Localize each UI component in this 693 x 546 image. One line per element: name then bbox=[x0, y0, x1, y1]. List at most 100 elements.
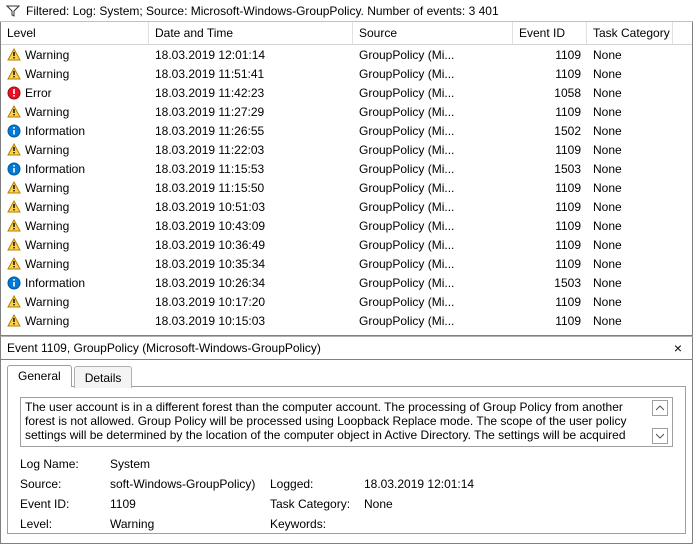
cell-task-category: None bbox=[587, 295, 673, 309]
cell-event-id: 1109 bbox=[513, 67, 587, 81]
cell-source: GroupPolicy (Mi... bbox=[353, 181, 513, 195]
level-text: Warning bbox=[25, 314, 69, 328]
cell-date: 18.03.2019 10:36:49 bbox=[149, 238, 353, 252]
filter-text: Filtered: Log: System; Source: Microsoft… bbox=[26, 4, 499, 18]
table-row[interactable]: Warning18.03.2019 10:35:34GroupPolicy (M… bbox=[1, 254, 692, 273]
table-row[interactable]: Warning18.03.2019 10:15:03GroupPolicy (M… bbox=[1, 311, 692, 330]
cell-date: 18.03.2019 11:51:41 bbox=[149, 67, 353, 81]
val-level: Warning bbox=[110, 517, 270, 531]
cell-event-id: 1109 bbox=[513, 314, 587, 328]
close-icon[interactable]: × bbox=[670, 341, 686, 355]
level-text: Warning bbox=[25, 143, 69, 157]
cell-date: 18.03.2019 11:27:29 bbox=[149, 105, 353, 119]
cell-source: GroupPolicy (Mi... bbox=[353, 219, 513, 233]
tab-general[interactable]: General bbox=[7, 365, 72, 387]
level-text: Information bbox=[25, 276, 85, 290]
table-row[interactable]: Error18.03.2019 11:42:23GroupPolicy (Mi.… bbox=[1, 83, 692, 102]
table-row[interactable]: Warning18.03.2019 11:27:29GroupPolicy (M… bbox=[1, 102, 692, 121]
level-text: Information bbox=[25, 124, 85, 138]
tab-details[interactable]: Details bbox=[74, 366, 133, 388]
table-row[interactable]: Warning18.03.2019 12:01:14GroupPolicy (M… bbox=[1, 45, 692, 64]
lbl-source: Source: bbox=[20, 477, 110, 491]
level-text: Error bbox=[25, 86, 52, 100]
cell-level: Warning bbox=[1, 48, 149, 62]
level-text: Warning bbox=[25, 257, 69, 271]
lbl-keywords: Keywords: bbox=[270, 517, 364, 531]
cell-level: Information bbox=[1, 124, 149, 138]
scroll-up-button[interactable] bbox=[652, 400, 668, 416]
cell-event-id: 1058 bbox=[513, 86, 587, 100]
level-text: Warning bbox=[25, 200, 69, 214]
cell-date: 18.03.2019 10:51:03 bbox=[149, 200, 353, 214]
val-logged: 18.03.2019 12:01:14 bbox=[364, 477, 673, 491]
warning-icon bbox=[7, 48, 21, 62]
table-row[interactable]: Information18.03.2019 10:26:34GroupPolic… bbox=[1, 273, 692, 292]
cell-date: 18.03.2019 11:15:50 bbox=[149, 181, 353, 195]
cell-level: Information bbox=[1, 276, 149, 290]
col-header-level[interactable]: Level bbox=[1, 22, 149, 44]
scroll-down-button[interactable] bbox=[652, 428, 668, 444]
description-scroll bbox=[652, 400, 668, 444]
cell-task-category: None bbox=[587, 181, 673, 195]
table-row[interactable]: Warning18.03.2019 10:51:03GroupPolicy (M… bbox=[1, 197, 692, 216]
lbl-task-category: Task Category: bbox=[270, 497, 364, 511]
info-icon bbox=[7, 162, 21, 176]
cell-level: Information bbox=[1, 162, 149, 176]
table-header: Level Date and Time Source Event ID Task… bbox=[1, 22, 692, 45]
cell-event-id: 1109 bbox=[513, 238, 587, 252]
warning-icon bbox=[7, 314, 21, 328]
cell-event-id: 1502 bbox=[513, 124, 587, 138]
cell-date: 18.03.2019 11:22:03 bbox=[149, 143, 353, 157]
col-header-event-id[interactable]: Event ID bbox=[513, 22, 587, 44]
info-icon bbox=[7, 124, 21, 138]
warning-icon bbox=[7, 67, 21, 81]
cell-source: GroupPolicy (Mi... bbox=[353, 143, 513, 157]
cell-task-category: None bbox=[587, 238, 673, 252]
filter-bar: Filtered: Log: System; Source: Microsoft… bbox=[0, 0, 693, 22]
level-text: Warning bbox=[25, 295, 69, 309]
cell-date: 18.03.2019 11:26:55 bbox=[149, 124, 353, 138]
col-header-source[interactable]: Source bbox=[353, 22, 513, 44]
col-header-task-category[interactable]: Task Category bbox=[587, 22, 673, 44]
cell-event-id: 1109 bbox=[513, 143, 587, 157]
lbl-logged: Logged: bbox=[270, 477, 364, 491]
warning-icon bbox=[7, 238, 21, 252]
cell-level: Warning bbox=[1, 200, 149, 214]
table-row[interactable]: Warning 18.03.2019 11:15:50GroupPolicy (M… bbox=[1, 178, 692, 197]
cell-source: GroupPolicy (Mi... bbox=[353, 238, 513, 252]
cell-source: GroupPolicy (Mi... bbox=[353, 276, 513, 290]
table-body[interactable]: Warning18.03.2019 12:01:14GroupPolicy (M… bbox=[1, 45, 692, 335]
table-row[interactable]: Warning 18.03.2019 11:22:03GroupPolicy (M… bbox=[1, 140, 692, 159]
warning-icon bbox=[7, 219, 21, 233]
level-text: Warning bbox=[25, 105, 69, 119]
description-box: The user account is in a different fores… bbox=[20, 397, 673, 447]
info-icon bbox=[7, 276, 21, 290]
col-header-date[interactable]: Date and Time bbox=[149, 22, 353, 44]
level-text: Information bbox=[25, 162, 85, 176]
table-row[interactable]: Warning18.03.2019 10:36:49GroupPolicy (M… bbox=[1, 235, 692, 254]
cell-task-category: None bbox=[587, 124, 673, 138]
table-row[interactable]: Information18.03.2019 11:26:55GroupPolic… bbox=[1, 121, 692, 140]
cell-date: 18.03.2019 10:15:03 bbox=[149, 314, 353, 328]
level-text: Warning bbox=[25, 67, 69, 81]
error-icon bbox=[7, 86, 21, 100]
cell-event-id: 1109 bbox=[513, 257, 587, 271]
cell-task-category: None bbox=[587, 162, 673, 176]
cell-event-id: 1109 bbox=[513, 105, 587, 119]
table-row[interactable]: Warning18.03.2019 11:51:41GroupPolicy (M… bbox=[1, 64, 692, 83]
cell-task-category: None bbox=[587, 143, 673, 157]
table-row[interactable]: Warning18.03.2019 10:17:20GroupPolicy (M… bbox=[1, 292, 692, 311]
cell-date: 18.03.2019 10:43:09 bbox=[149, 219, 353, 233]
cell-task-category: None bbox=[587, 276, 673, 290]
cell-source: GroupPolicy (Mi... bbox=[353, 295, 513, 309]
table-row[interactable]: Information18.03.2019 11:15:53GroupPolic… bbox=[1, 159, 692, 178]
level-text: Warning bbox=[25, 181, 69, 195]
cell-level: Warning bbox=[1, 257, 149, 271]
val-event-id: 1109 bbox=[110, 497, 270, 511]
cell-level: Warning bbox=[1, 295, 149, 309]
event-properties: Log Name: System Source: soft-Windows-Gr… bbox=[20, 457, 673, 531]
cell-event-id: 1503 bbox=[513, 162, 587, 176]
level-text: Warning bbox=[25, 219, 69, 233]
table-row[interactable]: Warning 18.03.2019 10:43:09GroupPolicy (M… bbox=[1, 216, 692, 235]
cell-date: 18.03.2019 11:15:53 bbox=[149, 162, 353, 176]
